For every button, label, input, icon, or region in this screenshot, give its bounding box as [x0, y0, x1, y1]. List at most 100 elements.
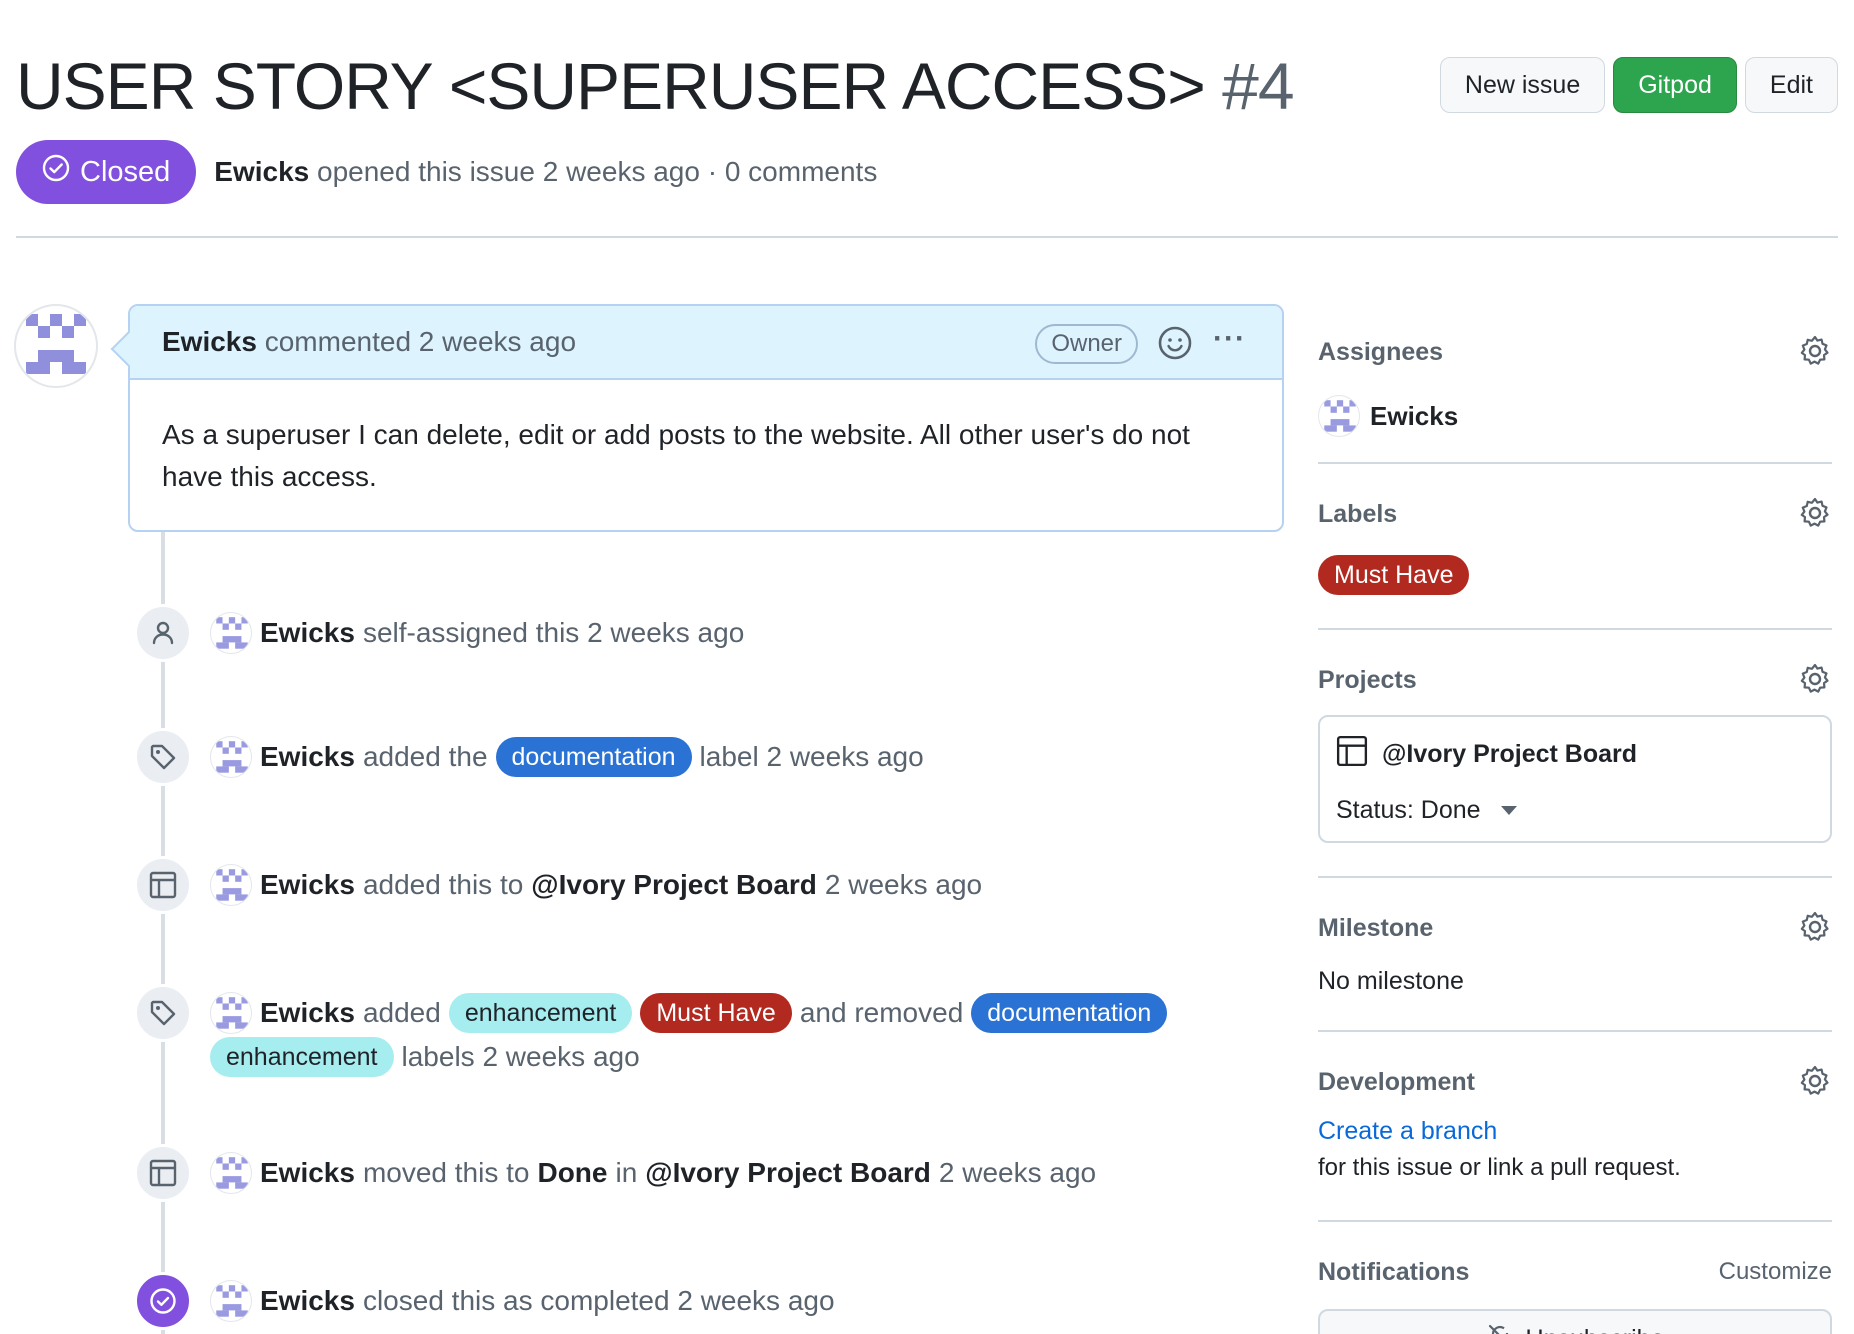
label-must-have[interactable]: Must Have: [1318, 555, 1470, 595]
sidebar-title: Development: [1318, 1068, 1475, 1096]
timeline-text: closed this as completed 2 weeks ago: [362, 1285, 835, 1316]
column-name: Done: [537, 1157, 608, 1188]
avatar[interactable]: [210, 992, 252, 1034]
person-icon: [134, 604, 192, 662]
check-circle-icon: [134, 1272, 192, 1330]
gear-icon[interactable]: [1798, 1064, 1832, 1103]
timeline-text: moved this to: [362, 1157, 530, 1188]
tag-icon: [134, 728, 192, 786]
comment-body: As a superuser I can delete, edit or add…: [162, 419, 1190, 492]
gear-icon[interactable]: [1798, 334, 1832, 373]
owner-badge: Owner: [1035, 324, 1138, 364]
sidebar-title: Assignees: [1318, 338, 1444, 366]
smiley-icon[interactable]: [1156, 324, 1194, 367]
timeline-item-moved: Ewicks moved this to Done in @Ivory Proj…: [134, 1144, 1096, 1202]
issue-meta-text: opened this issue 2 weeks ago · 0 commen…: [317, 156, 878, 187]
avatar[interactable]: [210, 736, 252, 778]
avatar[interactable]: [210, 1280, 252, 1322]
timeline-item-closed: Ewicks closed this as completed 2 weeks …: [134, 1272, 835, 1330]
sidebar-milestone: Milestone No milestone: [1318, 911, 1832, 996]
customize-link[interactable]: Customize: [1719, 1258, 1832, 1286]
issue-author-link[interactable]: Ewicks: [214, 156, 309, 187]
gear-icon[interactable]: [1798, 662, 1832, 701]
sidebar-divider: [1318, 876, 1832, 878]
timeline-text: added this to: [362, 869, 524, 900]
timeline-item-assigned: Ewicks self-assigned this 2 weeks ago: [134, 604, 744, 662]
timeline-text: 2 weeks ago: [938, 1157, 1097, 1188]
avatar[interactable]: [1318, 395, 1360, 437]
gear-icon[interactable]: [1798, 496, 1832, 535]
new-issue-button[interactable]: New issue: [1439, 57, 1606, 113]
issue-title: USER STORY <SUPERUSER ACCESS> #4: [16, 46, 1295, 126]
label-must-have[interactable]: Must Have: [640, 993, 792, 1033]
project-status: Status: Done: [1336, 796, 1481, 824]
timeline-text: and removed: [799, 997, 964, 1028]
timeline-text: in: [615, 1157, 638, 1188]
sidebar-labels: Labels Must Have: [1318, 497, 1832, 595]
unsubscribe-label: Unsubscribe: [1526, 1325, 1665, 1334]
timeline-user-link[interactable]: Ewicks: [260, 1151, 355, 1195]
table-icon: [134, 856, 192, 914]
comment-menu-icon[interactable]: ···: [1213, 322, 1246, 356]
label-enhancement[interactable]: enhancement: [448, 993, 633, 1033]
gitpod-button[interactable]: Gitpod: [1613, 57, 1737, 113]
sidebar-divider: [1318, 1220, 1832, 1222]
comment-meta: Ewicks commented 2 weeks ago: [162, 326, 576, 358]
avatar[interactable]: [210, 864, 252, 906]
timeline-text: 2 weeks ago: [824, 869, 983, 900]
table-icon: [1336, 735, 1368, 774]
sidebar-divider: [1318, 462, 1832, 464]
tag-icon: [134, 984, 192, 1042]
comment-header: Ewicks commented 2 weeks ago Owner ···: [130, 306, 1282, 380]
comment-action: commented 2 weeks ago: [264, 326, 577, 357]
check-circle-icon: [42, 154, 70, 190]
timeline-item-label-added: Ewicks added the documentation label 2 w…: [134, 728, 924, 786]
label-documentation[interactable]: documentation: [495, 737, 692, 777]
timeline-user-link[interactable]: Ewicks: [260, 611, 355, 655]
comment-author-link[interactable]: Ewicks: [162, 326, 257, 357]
project-name[interactable]: @Ivory Project Board: [1382, 740, 1637, 769]
sidebar-notifications: Notifications Customize Unsubscribe: [1318, 1258, 1832, 1334]
timeline-user-link[interactable]: Ewicks: [260, 735, 355, 779]
sidebar-title: Milestone: [1318, 914, 1434, 942]
assignee-name: Ewicks: [1370, 400, 1459, 431]
issue-number: #4: [1222, 49, 1294, 123]
gear-icon[interactable]: [1798, 910, 1832, 949]
sidebar-divider: [1318, 628, 1832, 630]
header-actions: New issue Gitpod Edit: [1439, 57, 1838, 113]
label-documentation[interactable]: documentation: [971, 993, 1168, 1033]
project-status-dropdown[interactable]: Status: Done: [1336, 796, 1814, 825]
issue-meta: Ewicks opened this issue 2 weeks ago · 0…: [214, 156, 877, 188]
timeline-text: added: [362, 997, 441, 1028]
table-icon: [134, 1144, 192, 1202]
unsubscribe-button[interactable]: Unsubscribe: [1318, 1309, 1832, 1334]
create-branch-link[interactable]: Create a branch: [1318, 1117, 1832, 1146]
issue-comment: Ewicks commented 2 weeks ago Owner ··· A…: [128, 304, 1284, 532]
project-name-row[interactable]: @Ivory Project Board: [1336, 735, 1814, 774]
chevron-down-icon: [1500, 806, 1517, 815]
header-divider: [16, 236, 1838, 238]
project-link[interactable]: @Ivory Project Board: [531, 863, 817, 907]
issue-title-text: USER STORY <SUPERUSER ACCESS>: [16, 49, 1206, 123]
avatar[interactable]: [14, 304, 98, 388]
timeline-user-link[interactable]: Ewicks: [260, 1279, 355, 1323]
edit-button[interactable]: Edit: [1744, 57, 1838, 113]
label-enhancement[interactable]: enhancement: [210, 1037, 394, 1077]
assignee[interactable]: Ewicks: [1318, 395, 1832, 437]
sidebar-development: Development Create a branch for this iss…: [1318, 1065, 1832, 1182]
avatar[interactable]: [210, 1152, 252, 1194]
milestone-value: No milestone: [1318, 967, 1464, 995]
timeline-item-project-added: Ewicks added this to @Ivory Project Boar…: [134, 856, 982, 914]
timeline-user-link[interactable]: Ewicks: [260, 863, 355, 907]
project-link[interactable]: @Ivory Project Board: [645, 1151, 931, 1195]
sidebar-projects: Projects @Ivory Project Board Status: Do…: [1318, 663, 1832, 843]
timeline-item-labels-changed: Ewicks added enhancement Must Have and r…: [134, 984, 1210, 1079]
avatar[interactable]: [210, 612, 252, 654]
status-badge-label: Closed: [80, 155, 171, 188]
timeline-text: labels 2 weeks ago: [401, 1041, 640, 1072]
sidebar-divider: [1318, 1030, 1832, 1032]
timeline-user-link[interactable]: Ewicks: [260, 991, 355, 1035]
project-card: @Ivory Project Board Status: Done: [1318, 715, 1832, 843]
issue-state-row: Closed Ewicks opened this issue 2 weeks …: [16, 140, 877, 204]
timeline-text: added the: [362, 741, 488, 772]
